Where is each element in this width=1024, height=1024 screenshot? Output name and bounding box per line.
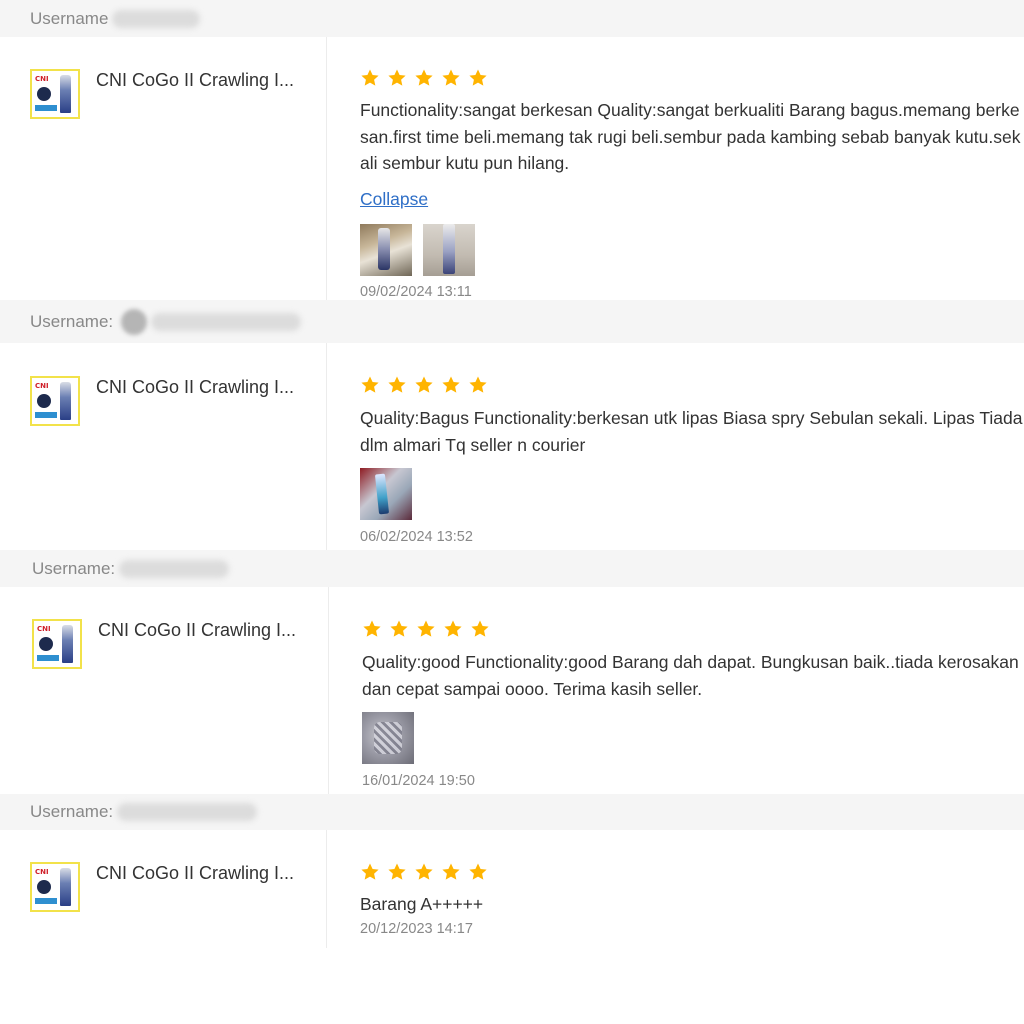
product-logo-icon: CNI (35, 75, 49, 83)
rating-stars (360, 68, 488, 88)
star-icon (471, 620, 489, 637)
rating-stars (362, 619, 490, 639)
user-bar: Username (0, 0, 1024, 37)
review-photo[interactable] (362, 712, 414, 764)
spray-can-icon (60, 382, 71, 420)
user-bar: Username: (0, 300, 1024, 343)
product-logo-icon: CNI (37, 625, 51, 633)
collapse-link[interactable]: Collapse (360, 189, 428, 210)
product-name[interactable]: CNI CoGo II Crawling I... (96, 70, 294, 91)
star-icon (388, 69, 406, 86)
rating-stars (360, 862, 488, 882)
review-timestamp: 20/12/2023 14:17 (360, 921, 473, 937)
username-label: Username: (30, 802, 114, 821)
product-thumbnail[interactable]: CNI (30, 376, 80, 426)
spray-can-icon (60, 75, 71, 113)
star-icon (361, 863, 379, 880)
product-band-icon (35, 898, 57, 904)
star-icon (388, 376, 406, 393)
user-bar: Username: (0, 794, 1024, 830)
review-timestamp: 06/02/2024 13:52 (360, 529, 473, 545)
star-icon (363, 620, 381, 637)
star-icon (388, 863, 406, 880)
star-icon (444, 620, 462, 637)
product-band-icon (37, 655, 59, 661)
username-redacted (112, 9, 201, 28)
star-icon (469, 69, 487, 86)
product-band-icon (35, 412, 57, 418)
product-name[interactable]: CNI CoGo II Crawling I... (96, 863, 294, 884)
review-divider (326, 343, 327, 550)
review-timestamp: 16/01/2024 19:50 (362, 773, 475, 789)
review-timestamp: 09/02/2024 13:11 (360, 284, 472, 300)
review-divider (326, 830, 327, 948)
review-divider (326, 37, 327, 300)
star-icon (469, 376, 487, 393)
star-icon (415, 69, 433, 86)
star-icon (442, 376, 460, 393)
product-name[interactable]: CNI CoGo II Crawling I... (96, 377, 294, 398)
product-thumbnail[interactable]: CNI (30, 862, 80, 912)
product-badge-icon (37, 880, 51, 894)
product-badge-icon (37, 87, 51, 101)
product-badge-icon (39, 637, 53, 651)
avatar (121, 308, 148, 335)
review-text: Quality:good Functionality:good Barang d… (362, 652, 1019, 699)
star-icon (442, 863, 460, 880)
star-icon (390, 620, 408, 637)
review-text: Quality:Bagus Functionality:berkesan utk… (360, 408, 1023, 455)
product-name[interactable]: CNI CoGo II Crawling I... (98, 620, 296, 641)
spray-can-icon (60, 868, 71, 906)
product-thumbnail[interactable]: CNI (32, 619, 82, 669)
review-text: Barang A+++++ (360, 894, 484, 914)
product-badge-icon (37, 394, 51, 408)
review-photo[interactable] (360, 224, 412, 276)
username-redacted (151, 312, 302, 331)
username-label: Username (30, 8, 109, 28)
star-icon (417, 620, 435, 637)
star-icon (442, 69, 460, 86)
product-band-icon (35, 105, 57, 111)
username-label: Username: (32, 558, 116, 578)
star-icon (361, 69, 379, 86)
product-logo-icon: CNI (35, 382, 49, 390)
product-logo-icon: CNI (35, 868, 49, 876)
star-icon (415, 376, 433, 393)
username-label: Username: (30, 311, 114, 331)
review-photo[interactable] (423, 224, 475, 276)
review-text: Functionality:sangat berkesan Quality:sa… (360, 100, 1021, 173)
spray-can-icon (62, 625, 73, 663)
review-divider (328, 587, 329, 794)
rating-stars (360, 375, 488, 395)
username-redacted (119, 559, 230, 578)
star-icon (469, 863, 487, 880)
username-redacted (117, 803, 258, 821)
review-photo[interactable] (360, 468, 412, 520)
star-icon (415, 863, 433, 880)
product-thumbnail[interactable]: CNI (30, 69, 80, 119)
user-bar: Username: (0, 550, 1024, 587)
star-icon (361, 376, 379, 393)
